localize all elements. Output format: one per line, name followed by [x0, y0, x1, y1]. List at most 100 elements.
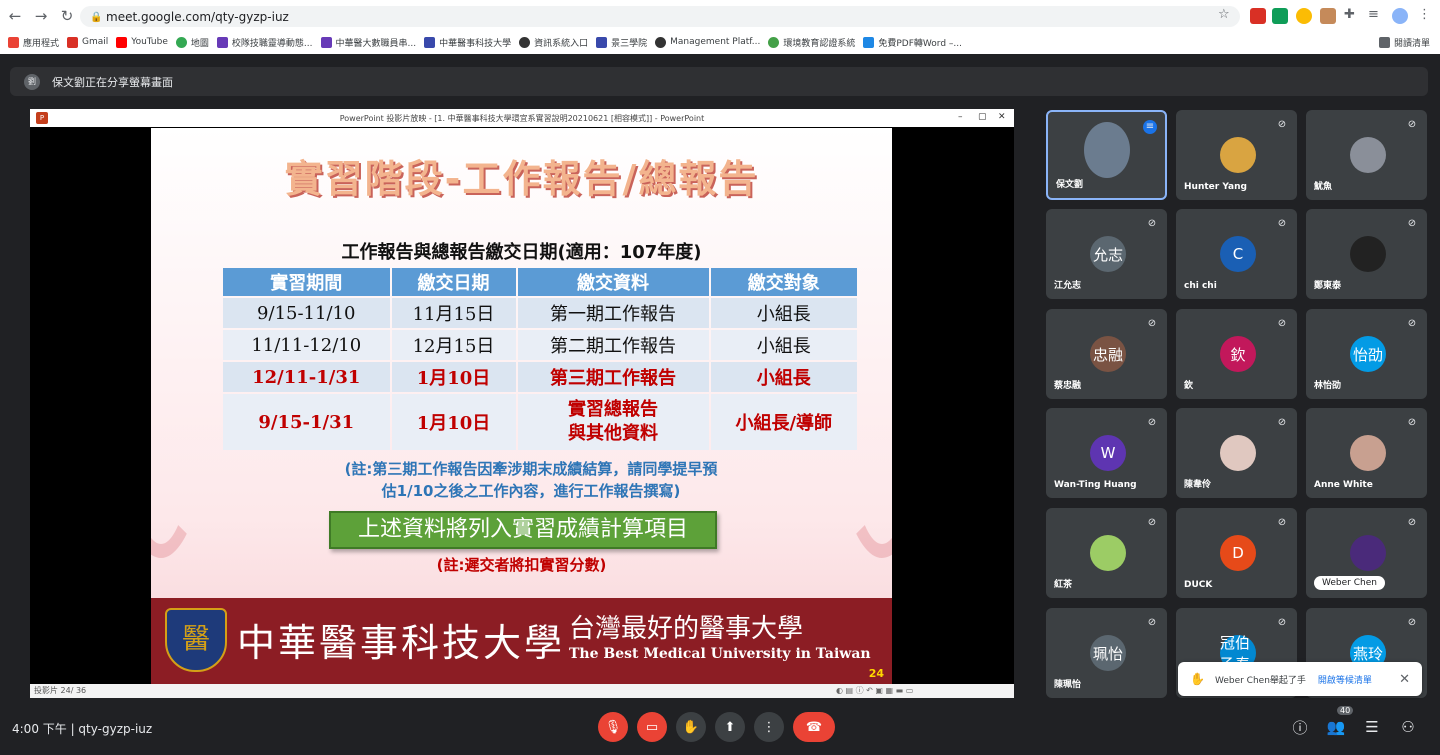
note-line: (註:第三期工作報告因牽涉期末成績結算，請同學提早預	[344, 460, 718, 478]
mic-off-icon: ⊘	[1147, 318, 1157, 329]
late-note: (註:遲交者將扣實習分數)	[436, 556, 607, 574]
activities-icon[interactable]: ⚇	[1397, 716, 1419, 738]
slogan-zh: 台灣最好的醫事大學	[569, 614, 804, 644]
star-icon[interactable]: ☆	[1218, 7, 1230, 22]
close-icon[interactable]: ✕	[998, 112, 1006, 122]
bookmark-6[interactable]: 中華醫事科技大學	[424, 36, 511, 49]
participant-name: Wan-Ting Huang	[1054, 480, 1137, 490]
bookmark-apps[interactable]: 應用程式	[8, 36, 59, 49]
avatar: 忠融	[1090, 336, 1126, 372]
participant-tile[interactable]: 忠融 ⊘ 蔡忠融	[1046, 309, 1167, 399]
participant-tile[interactable]: 怡劭 ⊘ 林怡劭	[1306, 309, 1427, 399]
extension-sheets-icon[interactable]	[1272, 8, 1288, 24]
bookmark-4[interactable]: 校隊技職靈導動態...	[216, 36, 313, 49]
hand-icon: ✋	[682, 719, 700, 735]
bookmark-9[interactable]: Management Platf...	[655, 36, 760, 48]
avatar	[1350, 236, 1386, 272]
present-button[interactable]: ⬆	[715, 712, 745, 742]
avatar: 允志	[1090, 236, 1126, 272]
info-icon[interactable]: ⓘ	[1289, 716, 1311, 738]
participant-tile[interactable]: ⊘ Hunter Yang	[1176, 110, 1297, 200]
shared-screen: P PowerPoint 投影片放映 - [1. 中華醫事科技大學環宜系實習說明…	[30, 109, 1014, 698]
participant-tile[interactable]: ⊘ 陳韋伶	[1176, 408, 1297, 498]
bookmark-11[interactable]: 免費PDF轉Word –...	[863, 36, 962, 49]
mic-off-icon: ⊘	[1407, 318, 1417, 329]
table-cell: 小組長	[710, 362, 857, 392]
participant-name: Weber Chen	[1314, 576, 1385, 590]
mic-off-button[interactable]: 🎙	[598, 712, 628, 742]
more-vert-icon: ⋮	[762, 719, 776, 735]
camera-off-button[interactable]: ▭	[637, 712, 667, 742]
mic-off-icon: ⊘	[1407, 417, 1417, 428]
university-name: 中華醫事科技大學	[237, 621, 566, 665]
reading-list[interactable]: 閱讀清單	[1378, 36, 1430, 49]
avatar	[1084, 122, 1130, 178]
profile-avatar-icon[interactable]	[1392, 8, 1408, 24]
avatar: 珮怡	[1090, 635, 1126, 671]
hangup-icon: ☎	[805, 719, 823, 735]
participant-tile[interactable]: C ⊘ chi chi	[1176, 209, 1297, 299]
extension-cat-icon[interactable]	[1320, 8, 1336, 24]
table-row: 9/15-1/31 1月10日 實習總報告 與其他資料 小組長/導師	[223, 394, 857, 450]
table-cell: 1月10日	[391, 362, 516, 392]
forms-icon	[320, 36, 332, 48]
mic-off-icon: ⊘	[1147, 517, 1157, 528]
bookmark-maps[interactable]: 地圖	[175, 36, 209, 49]
view-controls-icon[interactable]: ◐ ▤ ⓘ ↶ ▣ ▦ ▬ ▭	[836, 684, 913, 698]
bookmark-7[interactable]: 資訊系統入口	[519, 36, 588, 49]
raise-hand-button[interactable]: ✋	[676, 712, 706, 742]
participant-tile[interactable]: ⊘ Anne White	[1306, 408, 1427, 498]
bookmark-8[interactable]: 景三學院	[596, 36, 647, 49]
participant-tile[interactable]: W ⊘ Wan-Ting Huang	[1046, 408, 1167, 498]
participant-name: 陳珮怡	[1054, 680, 1082, 690]
globe-icon	[519, 36, 531, 48]
browser-chrome: ← → ↻ 🔒 meet.google.com/qty-gyzp-iuz ☆ ✚…	[0, 0, 1440, 54]
open-queue-link[interactable]: 開啟等候清單	[1318, 673, 1372, 686]
bookmark-10[interactable]: 環境教育認證系統	[768, 36, 855, 49]
minimize-icon[interactable]: –	[958, 112, 963, 122]
menu-kebab-icon[interactable]: ⋮	[1418, 7, 1431, 22]
media-icon[interactable]: ≡	[1368, 7, 1379, 22]
participant-tile[interactable]: ≡ 保文劉	[1046, 110, 1167, 200]
avatar: D	[1220, 535, 1256, 571]
leave-call-button[interactable]: ☎	[793, 712, 835, 742]
globe-icon	[655, 36, 667, 48]
avatar: C	[1220, 236, 1256, 272]
forward-icon[interactable]: →	[28, 3, 54, 29]
mic-off-icon: ⊘	[1407, 517, 1417, 528]
participant-tile[interactable]: D ⊘ DUCK	[1176, 508, 1297, 598]
bookmark-5[interactable]: 中華醫大數職員串...	[320, 36, 416, 49]
table-row: 9/15-11/10 11月15日 第一期工作報告 小組長	[223, 298, 857, 328]
table-row: 11/11-12/10 12月15日 第二期工作報告 小組長	[223, 330, 857, 360]
extension-emoji-icon[interactable]	[1296, 8, 1312, 24]
back-icon[interactable]: ←	[2, 3, 28, 29]
participant-tile[interactable]: 珮怡 ⊘ 陳珮怡	[1046, 608, 1167, 698]
extension-shield-icon[interactable]	[1250, 8, 1266, 24]
shield-icon	[596, 36, 608, 48]
bookmark-gmail[interactable]: Gmail	[67, 36, 108, 48]
participant-tile[interactable]: 允志 ⊘ 江允志	[1046, 209, 1167, 299]
close-icon[interactable]: ✕	[1399, 672, 1410, 687]
bookmark-youtube[interactable]: YouTube	[116, 36, 168, 48]
speaking-icon: ≡	[1143, 120, 1157, 134]
extensions-puzzle-icon[interactable]: ✚	[1344, 7, 1355, 22]
forms-icon	[216, 36, 228, 48]
table-cell: 第一期工作報告	[517, 298, 709, 328]
more-options-button[interactable]: ⋮	[754, 712, 784, 742]
participant-tile[interactable]: ⊘ Weber Chen	[1306, 508, 1427, 598]
participant-tile[interactable]: ⊘ 魷魚	[1306, 110, 1427, 200]
participant-name: 江允志	[1054, 281, 1082, 291]
participant-tile[interactable]: 欽 ⊘ 欽	[1176, 309, 1297, 399]
participant-tile[interactable]: ⊘ 鄭東泰	[1306, 209, 1427, 299]
chat-icon[interactable]: ☰	[1361, 716, 1383, 738]
participant-name: 鄭東泰	[1314, 281, 1342, 291]
university-crest-icon: 醫	[165, 608, 227, 672]
slide-counter: 投影片 24/ 36	[34, 686, 87, 695]
maximize-icon[interactable]: ▢	[978, 112, 987, 122]
participant-tile[interactable]: ⊘ 紅茶	[1046, 508, 1167, 598]
toast-text: Weber Chen舉起了手	[1214, 675, 1306, 686]
reload-icon[interactable]: ↻	[54, 3, 80, 29]
address-bar[interactable]: 🔒 meet.google.com/qty-gyzp-iuz	[80, 6, 1240, 27]
people-icon[interactable]: 👥	[1325, 716, 1347, 738]
bookmarks-bar: 應用程式 Gmail YouTube 地圖 校隊技職靈導動態... 中華醫大數職…	[0, 32, 1440, 52]
